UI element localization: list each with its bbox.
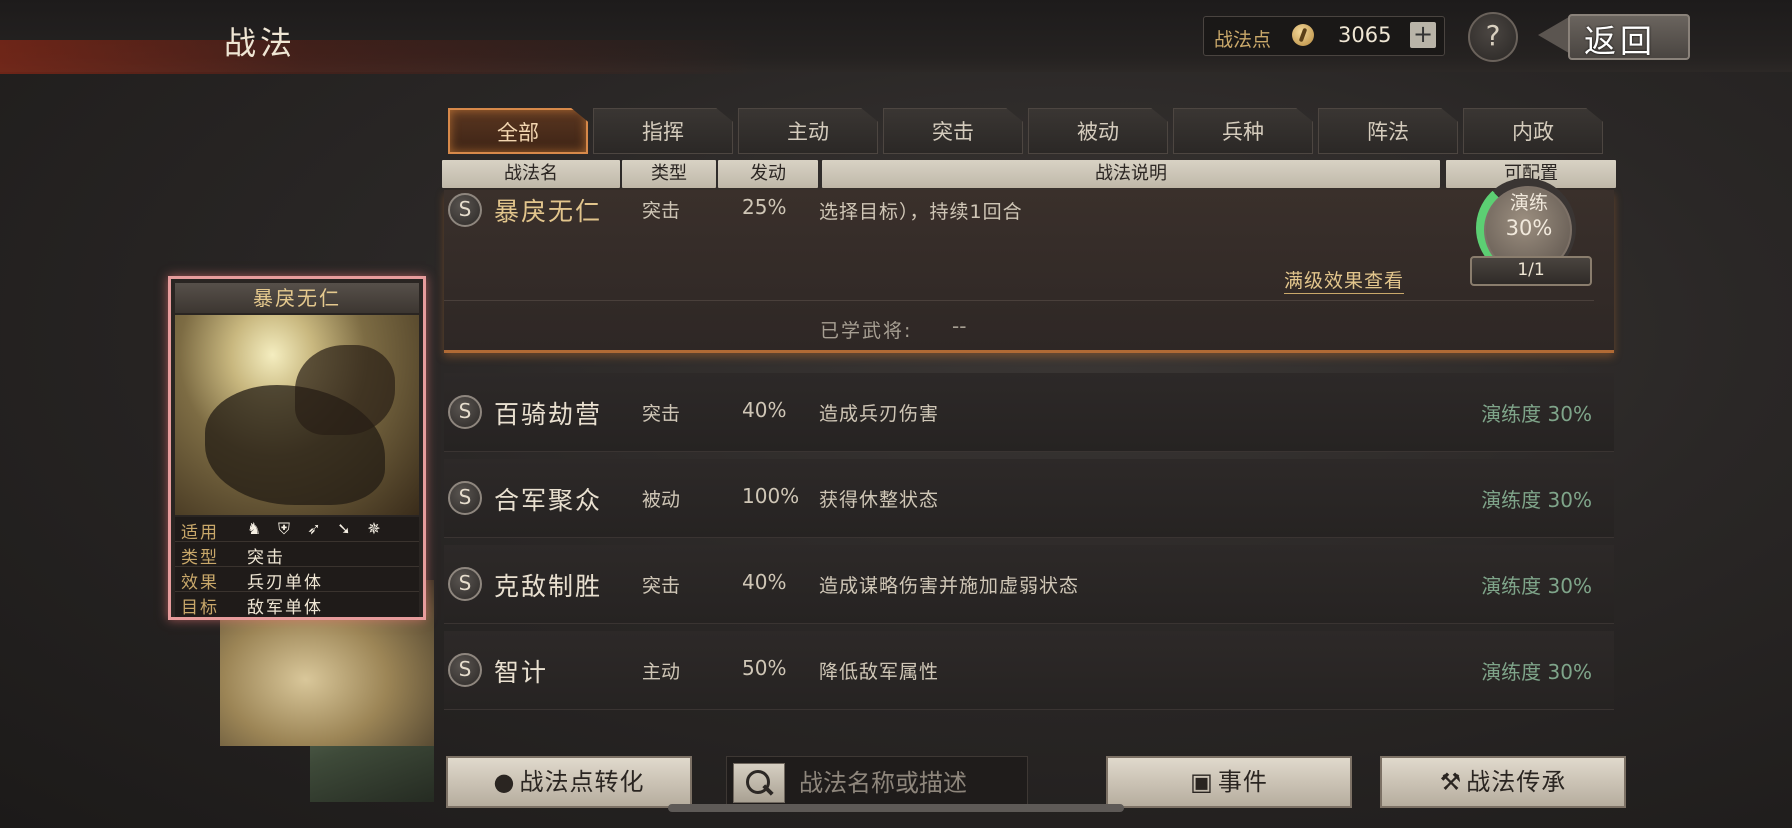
skill-points-label: 战法点 bbox=[1214, 29, 1272, 51]
back-button-label: 返回 bbox=[1584, 22, 1657, 60]
skill-proficiency: 演练度 30% bbox=[1481, 488, 1592, 512]
skill-points-panel: 战法点 3065 + bbox=[1203, 16, 1445, 56]
skill-name: 克敌制胜 bbox=[494, 572, 603, 601]
tab-troop[interactable]: 兵种 bbox=[1173, 108, 1313, 154]
skill-row[interactable]: S 合军聚众 被动 100% 获得休整状态 演练度 30% bbox=[444, 459, 1614, 538]
convert-skill-points-label: 战法点转化 bbox=[519, 768, 645, 796]
help-button[interactable]: ? bbox=[1468, 12, 1518, 62]
proficiency-label: 演练 bbox=[1509, 192, 1548, 214]
skill-count-plate: 1/1 bbox=[1470, 256, 1592, 286]
add-skill-points-button[interactable]: + bbox=[1410, 22, 1436, 48]
skill-description: 降低敌军属性 bbox=[819, 661, 940, 683]
bow-icon: ➶ bbox=[307, 519, 321, 538]
column-header-type[interactable]: 类型 bbox=[622, 160, 716, 188]
events-button[interactable]: ▣ 事件 bbox=[1106, 756, 1352, 808]
skill-proficiency: 演练度 30% bbox=[1481, 402, 1592, 426]
skill-type: 突击 bbox=[642, 403, 681, 425]
shield-icon: ⛨ bbox=[277, 519, 290, 538]
skill-name: 暴戾无仁 bbox=[494, 197, 603, 226]
skill-rate: 50% bbox=[742, 656, 787, 680]
artwork-rider-silhouette bbox=[295, 345, 395, 435]
proficiency-value: 30% bbox=[1505, 216, 1553, 240]
full-effect-link[interactable]: 满级效果查看 bbox=[1284, 266, 1405, 294]
skill-description: 造成谋略伤害并施加虚弱状态 bbox=[819, 575, 1080, 597]
search-input[interactable] bbox=[797, 765, 1021, 801]
skill-name: 合军聚众 bbox=[494, 486, 603, 515]
skill-card-info: 适用 ♞ ⛨ ➶ ➘ ✵ 类型 突击 效果 兵刃单体 目标 敌军单体 bbox=[175, 517, 419, 618]
grade-badge: S bbox=[448, 653, 482, 687]
skill-type: 被动 bbox=[642, 489, 681, 511]
skill-description: 获得休整状态 bbox=[819, 489, 940, 511]
card-info-type: 类型 突击 bbox=[175, 542, 419, 568]
tab-active[interactable]: 主动 bbox=[738, 108, 878, 154]
skill-name: 智计 bbox=[494, 658, 549, 687]
tab-internal[interactable]: 内政 bbox=[1463, 108, 1603, 154]
column-header-name[interactable]: 战法名 bbox=[442, 160, 620, 188]
tab-formation[interactable]: 阵法 bbox=[1318, 108, 1458, 154]
card-target-value: 敌军单体 bbox=[247, 598, 323, 618]
skill-rate: 40% bbox=[742, 398, 787, 422]
column-header-description: 战法说明 bbox=[822, 160, 1440, 188]
skill-rate: 100% bbox=[742, 484, 800, 508]
card-effect-label: 效果 bbox=[181, 573, 219, 593]
search-box bbox=[726, 756, 1028, 808]
siege-icon: ✵ bbox=[367, 519, 381, 538]
skill-description: 选择目标），持续1回合 bbox=[819, 201, 1023, 223]
card-target-label: 目标 bbox=[181, 598, 219, 618]
skill-card-title: 暴戾无仁 bbox=[175, 283, 419, 313]
skill-points-value: 3065 bbox=[1338, 23, 1392, 47]
tab-assault[interactable]: 突击 bbox=[883, 108, 1023, 154]
home-indicator bbox=[668, 804, 1124, 812]
flame-icon: ● bbox=[493, 768, 516, 796]
column-header-rate[interactable]: 发动 bbox=[718, 160, 818, 188]
convert-skill-points-button[interactable]: ● 战法点转化 bbox=[446, 756, 692, 808]
events-label: 事件 bbox=[1217, 768, 1268, 796]
skill-inherit-button[interactable]: ⚒ 战法传承 bbox=[1380, 756, 1626, 808]
learned-generals-label: 已学武将: bbox=[820, 320, 913, 342]
skill-name: 百骑劫营 bbox=[494, 400, 603, 429]
alert-icon: ▣ bbox=[1190, 768, 1214, 796]
skill-row[interactable]: S 百骑劫营 突击 40% 造成兵刃伤害 演练度 30% bbox=[444, 373, 1614, 452]
skill-row[interactable]: S 智计 主动 50% 降低敌军属性 演练度 30% bbox=[444, 631, 1614, 710]
cavalry-icon: ♞ bbox=[246, 519, 262, 538]
skill-type: 主动 bbox=[642, 661, 681, 683]
card-info-effect: 效果 兵刃单体 bbox=[175, 567, 419, 593]
card-type-value: 突击 bbox=[247, 548, 285, 568]
skill-type: 突击 bbox=[642, 575, 681, 597]
card-info-applies: 适用 ♞ ⛨ ➶ ➘ ✵ bbox=[175, 517, 419, 543]
skill-row[interactable]: S 克敌制胜 突击 40% 造成谋略伤害并施加虚弱状态 演练度 30% bbox=[444, 545, 1614, 624]
skill-inherit-label: 战法传承 bbox=[1466, 768, 1567, 796]
grade-badge: S bbox=[448, 567, 482, 601]
grade-badge: S bbox=[448, 193, 482, 227]
skill-type: 突击 bbox=[642, 200, 681, 222]
skill-proficiency: 演练度 30% bbox=[1481, 660, 1592, 684]
tab-command[interactable]: 指挥 bbox=[593, 108, 733, 154]
card-info-target: 目标 敌军单体 bbox=[175, 592, 419, 618]
grade-badge: S bbox=[448, 481, 482, 515]
skill-card-artwork bbox=[175, 315, 419, 515]
proficiency-dial[interactable]: 演练 30% 1/1 bbox=[1470, 178, 1592, 288]
expanded-divider bbox=[444, 300, 1594, 301]
search-button[interactable] bbox=[733, 763, 785, 803]
back-button[interactable]: 返回 bbox=[1538, 10, 1690, 60]
spear-icon: ➘ bbox=[337, 519, 351, 538]
learned-generals-value: -- bbox=[952, 314, 967, 338]
grade-badge: S bbox=[448, 395, 482, 429]
skill-row-expanded[interactable]: S 暴戾无仁 突击 25% 选择目标），持续1回合 bbox=[444, 190, 1614, 353]
tab-all[interactable]: 全部 bbox=[448, 108, 588, 154]
skill-rate: 25% bbox=[742, 195, 787, 219]
card-applies-label: 适用 bbox=[181, 523, 219, 543]
skill-description: 造成兵刃伤害 bbox=[819, 403, 940, 425]
skill-point-coin-icon bbox=[1292, 24, 1314, 46]
page-title: 战法 bbox=[224, 24, 297, 62]
card-type-label: 类型 bbox=[181, 548, 219, 568]
card-effect-value: 兵刃单体 bbox=[247, 573, 323, 593]
skill-card[interactable]: 暴戾无仁 适用 ♞ ⛨ ➶ ➘ ✵ 类型 突击 效果 兵刃单体 目标 敌军单体 bbox=[168, 276, 426, 620]
top-bar-accent bbox=[0, 40, 760, 74]
skill-rate: 40% bbox=[742, 570, 787, 594]
skill-proficiency: 演练度 30% bbox=[1481, 574, 1592, 598]
hammer-icon: ⚒ bbox=[1439, 768, 1463, 796]
tab-passive[interactable]: 被动 bbox=[1028, 108, 1168, 154]
